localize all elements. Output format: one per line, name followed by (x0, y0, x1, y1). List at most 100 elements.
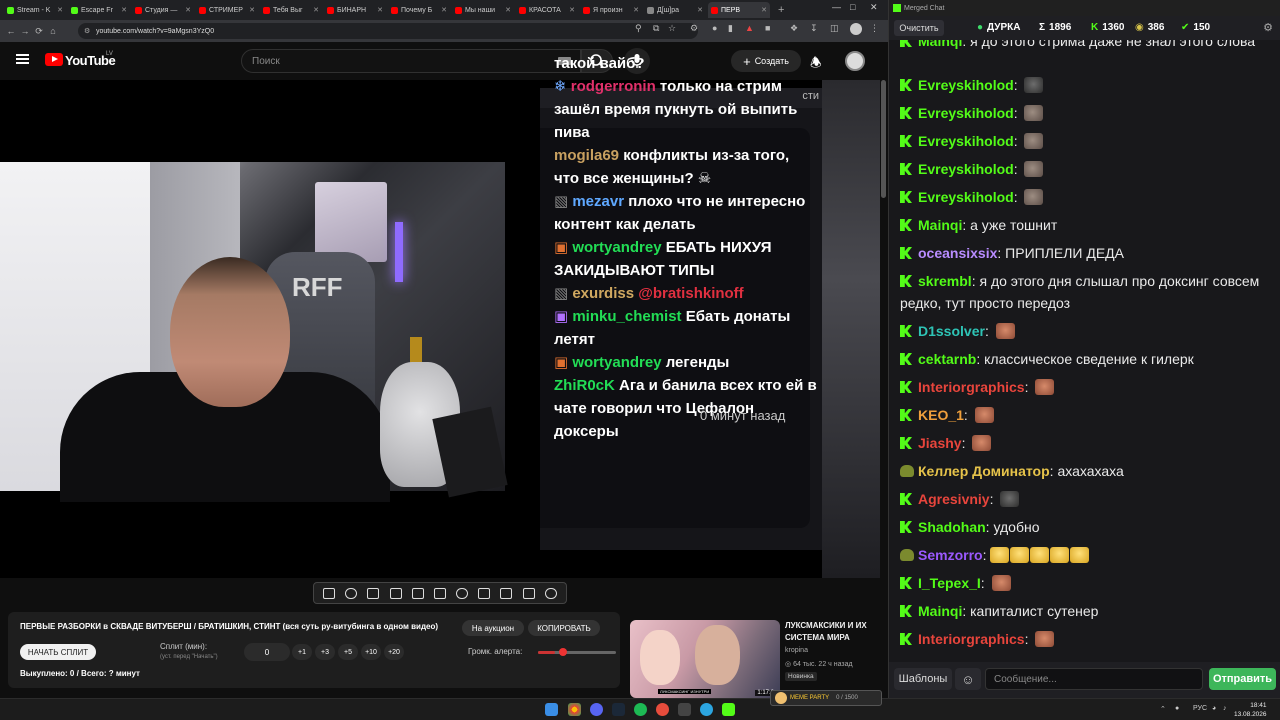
browser-tab[interactable]: Я произн ✕ (580, 2, 642, 18)
chat-username[interactable]: Mainqi (918, 603, 962, 619)
tray-app-icon[interactable]: ● (1175, 705, 1179, 712)
close-icon[interactable]: ✕ (870, 2, 878, 13)
zoom-icon[interactable]: ⚲ (635, 23, 642, 34)
browser-tab[interactable]: СТРИМЕР ✕ (196, 2, 258, 18)
spotify-icon[interactable] (634, 703, 647, 716)
app-icon[interactable] (656, 703, 669, 716)
home-icon[interactable]: ⌂ (46, 26, 60, 36)
chat-username[interactable]: cektarnb (918, 351, 976, 367)
tab-close-icon[interactable]: ✕ (313, 6, 319, 14)
emoji-picker-icon[interactable]: ☺ (955, 668, 981, 690)
discord-icon[interactable] (590, 703, 603, 716)
tab-close-icon[interactable]: ✕ (185, 6, 191, 14)
chat-username[interactable]: Mainqi (918, 217, 962, 233)
menu-icon[interactable]: ⋮ (870, 23, 879, 34)
minimize-icon[interactable]: — (832, 2, 841, 12)
tray-chevron-icon[interactable]: ⌃ (1160, 705, 1166, 713)
address-bar[interactable]: ⚙ youtube.com/watch?v=9aMgsn3YzQ0 (78, 23, 698, 39)
chat-username[interactable]: Келлер Доминатор (918, 463, 1050, 479)
menu-icon[interactable] (16, 54, 29, 64)
templates-button[interactable]: Шаблоны (894, 668, 952, 690)
extension-icon[interactable]: ⚙ (690, 23, 698, 34)
browser-tab[interactable]: КРАСОТА ✕ (516, 2, 578, 18)
chat-username[interactable]: Interiorgraphics (918, 379, 1025, 395)
recommendation-thumbnail[interactable]: ЛУКСМАКСИНГ ИЗНУТРИ 1:17:2 (630, 620, 780, 698)
flask-icon[interactable] (522, 587, 535, 599)
alert-volume-slider[interactable] (538, 648, 616, 656)
start-menu-icon[interactable] (545, 703, 558, 716)
recommendation-channel[interactable]: kropina (785, 647, 808, 654)
meme-party-widget[interactable]: MEME PARTY 0 / 1500 (770, 690, 882, 706)
chat-username[interactable]: D1ssolver (918, 323, 985, 339)
extension-icon[interactable]: ▮ (728, 23, 733, 34)
gear-icon[interactable] (544, 587, 557, 599)
chrome-icon[interactable] (568, 703, 581, 716)
settings-icon[interactable] (367, 587, 380, 599)
recommendation-title[interactable]: ЛУКСМАКСИКИ И ИХ СИСТЕМА МИРА (785, 620, 880, 644)
clear-button[interactable]: Очистить (894, 20, 944, 36)
clapper-icon[interactable] (389, 587, 402, 599)
page-scrollbar[interactable] (881, 80, 886, 198)
youtube-logo-icon[interactable] (45, 53, 63, 66)
browser-tab[interactable]: Escape Fr ✕ (68, 2, 130, 18)
search-input[interactable]: Поиск (241, 49, 581, 73)
tab-close-icon[interactable]: ✕ (249, 6, 255, 14)
message-input[interactable]: Сообщение... (985, 668, 1203, 690)
telegram-icon[interactable] (700, 703, 713, 716)
chat-username[interactable]: Evreyskiholod (918, 133, 1014, 149)
puzzle-icon[interactable]: ❖ (790, 23, 798, 34)
browser-tab[interactable]: БИНАРН ✕ (324, 2, 386, 18)
maximize-icon[interactable]: □ (850, 2, 855, 12)
chat-username[interactable]: Mainqi (918, 40, 962, 49)
chat-username[interactable]: oceansixsix (918, 245, 997, 261)
chat-username[interactable]: Evreyskiholod (918, 189, 1014, 205)
tab-close-icon[interactable]: ✕ (377, 6, 383, 14)
profile-icon[interactable] (850, 23, 862, 35)
chat-app-icon[interactable] (722, 703, 735, 716)
steam-icon[interactable] (612, 703, 625, 716)
forward-icon[interactable]: → (18, 26, 32, 36)
split-increment-button[interactable]: +3 (315, 644, 335, 660)
add-icon[interactable] (478, 587, 491, 599)
cinema-icon[interactable] (433, 587, 446, 599)
screenshot-icon[interactable] (500, 587, 513, 599)
chat-username[interactable]: Shadohan (918, 519, 986, 535)
tab-close-icon[interactable]: ✕ (441, 6, 447, 14)
reload-icon[interactable]: ⟳ (32, 26, 46, 37)
speed-icon[interactable] (456, 587, 469, 599)
chat-username[interactable]: Evreyskiholod (918, 161, 1014, 177)
split-minutes-input[interactable]: 0 (244, 643, 290, 661)
split-increment-button[interactable]: +10 (361, 644, 381, 660)
tab-close-icon[interactable]: ✕ (57, 6, 63, 14)
chat-username[interactable]: Agresivniy (918, 491, 990, 507)
tab-close-icon[interactable]: ✕ (761, 6, 767, 14)
share-icon[interactable]: ⧉ (653, 23, 659, 34)
tab-close-icon[interactable]: ✕ (569, 6, 575, 14)
alert-volume-knob[interactable] (559, 648, 568, 656)
browser-tab[interactable]: Почему Б ✕ (388, 2, 450, 18)
split-increment-button[interactable]: +20 (384, 644, 404, 660)
extension-icon[interactable]: ● (712, 23, 717, 33)
loop-icon[interactable] (323, 587, 336, 599)
tab-close-icon[interactable]: ✕ (121, 6, 127, 14)
extension-icon[interactable]: ▲ (745, 23, 754, 33)
app-icon[interactable] (678, 703, 691, 716)
chat-username[interactable]: Jiashy (918, 435, 962, 451)
settings-gear-icon[interactable]: ⚙ (1263, 21, 1273, 34)
site-info-icon[interactable]: ⚙ (84, 27, 90, 35)
split-increment-button[interactable]: +1 (292, 644, 312, 660)
crop-icon[interactable] (411, 587, 424, 599)
tab-close-icon[interactable]: ✕ (505, 6, 511, 14)
language-indicator[interactable]: РУС (1193, 705, 1207, 712)
chat-username[interactable]: KEO_1 (918, 407, 964, 423)
wifi-icon[interactable]: ◕ (1212, 705, 1216, 712)
auction-button[interactable]: На аукцион (462, 620, 524, 636)
browser-tab[interactable]: Д[ш]ра ✕ (644, 2, 706, 18)
extension-icon[interactable]: ■ (765, 23, 770, 33)
tab-close-icon[interactable]: ✕ (633, 6, 639, 14)
split-increment-button[interactable]: +5 (338, 644, 358, 660)
back-icon[interactable]: ← (4, 26, 18, 36)
download-icon[interactable]: ↧ (810, 23, 818, 34)
chat-username[interactable]: Semzorro (918, 547, 983, 563)
chat-username[interactable]: Evreyskiholod (918, 77, 1014, 93)
